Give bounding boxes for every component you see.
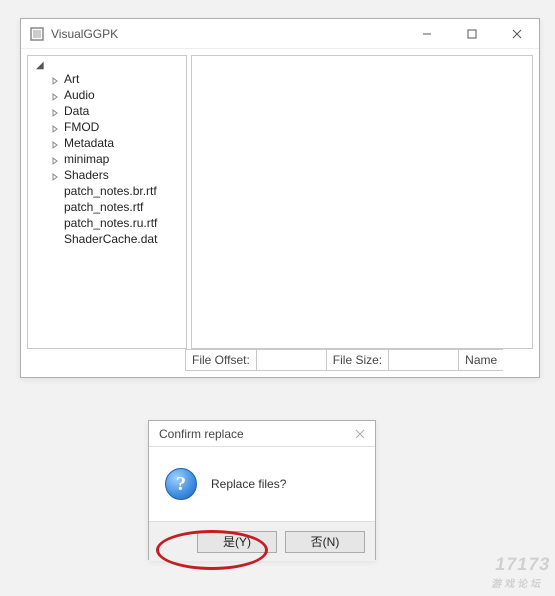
file-size-value <box>389 349 459 371</box>
tree-items: Art Audio Data FMOD Metadata minimap Shaders pa… <box>34 71 186 247</box>
dialog-title: Confirm replace <box>157 427 345 441</box>
file-offset-label: File Offset: <box>185 349 257 371</box>
question-icon: ? <box>165 468 197 500</box>
tree-item-label: patch_notes.rtf <box>64 200 143 214</box>
dialog-close-button[interactable] <box>345 421 375 446</box>
content-pane <box>191 55 533 349</box>
expand-icon[interactable] <box>52 170 62 180</box>
expand-icon[interactable] <box>52 154 62 164</box>
tree-item-label: Audio <box>64 88 95 102</box>
tree-folder[interactable]: Data <box>34 103 186 119</box>
file-offset-value <box>257 349 327 371</box>
tree-folder[interactable]: Shaders <box>34 167 186 183</box>
tree-item-label: FMOD <box>64 120 99 134</box>
tree-item-label: minimap <box>64 152 109 166</box>
minimize-button[interactable] <box>404 19 449 48</box>
watermark-text: 17173 <box>494 554 553 574</box>
file-name-label: Name <box>459 349 503 371</box>
tree-folder[interactable]: Audio <box>34 87 186 103</box>
dialog-button-bar: 是(Y) 否(N) <box>149 521 375 561</box>
window-controls <box>404 19 539 48</box>
confirm-dialog: Confirm replace ? Replace files? 是(Y) 否(… <box>148 420 376 560</box>
expand-icon[interactable] <box>52 138 62 148</box>
tree-item-label: Art <box>64 72 79 86</box>
tree-item-label: Shaders <box>64 168 109 182</box>
close-button[interactable] <box>494 19 539 48</box>
tree-item-label: patch_notes.ru.rtf <box>64 216 157 230</box>
expand-icon[interactable] <box>52 74 62 84</box>
tree-file[interactable]: patch_notes.br.rtf <box>34 183 186 199</box>
expand-icon[interactable] <box>52 90 62 100</box>
watermark: 17173 游戏论坛 <box>491 554 552 590</box>
window-title: VisualGGPK <box>51 27 404 41</box>
expand-icon[interactable] <box>52 106 62 116</box>
tree-file[interactable]: patch_notes.rtf <box>34 199 186 215</box>
tree-root-collapse-icon[interactable]: ◢ <box>34 60 186 71</box>
tree-folder[interactable]: Metadata <box>34 135 186 151</box>
client-area: ◢ Art Audio Data FMOD Metadata minimap Shaders… <box>21 49 539 349</box>
watermark-sub: 游戏论坛 <box>491 575 549 590</box>
app-icon <box>29 26 45 42</box>
tree-file[interactable]: patch_notes.ru.rtf <box>34 215 186 231</box>
tree-folder[interactable]: FMOD <box>34 119 186 135</box>
tree-folder[interactable]: Art <box>34 71 186 87</box>
yes-button[interactable]: 是(Y) <box>197 531 277 553</box>
tree-view[interactable]: ◢ Art Audio Data FMOD Metadata minimap Shaders… <box>27 55 187 349</box>
tree-folder[interactable]: minimap <box>34 151 186 167</box>
status-bar: File Offset: File Size: Name <box>21 349 539 377</box>
dialog-titlebar[interactable]: Confirm replace <box>149 421 375 447</box>
tree-item-label: Metadata <box>64 136 114 150</box>
titlebar[interactable]: VisualGGPK <box>21 19 539 49</box>
main-window: VisualGGPK ◢ Art Audio Data FMOD Metadata min… <box>20 18 540 378</box>
tree-item-label: ShaderCache.dat <box>64 232 157 246</box>
file-size-label: File Size: <box>327 349 389 371</box>
dialog-message: Replace files? <box>211 477 286 491</box>
maximize-button[interactable] <box>449 19 494 48</box>
tree-item-label: Data <box>64 104 89 118</box>
tree-file[interactable]: ShaderCache.dat <box>34 231 186 247</box>
no-button[interactable]: 否(N) <box>285 531 365 553</box>
tree-item-label: patch_notes.br.rtf <box>64 184 157 198</box>
expand-icon[interactable] <box>52 122 62 132</box>
dialog-body: ? Replace files? <box>149 447 375 521</box>
